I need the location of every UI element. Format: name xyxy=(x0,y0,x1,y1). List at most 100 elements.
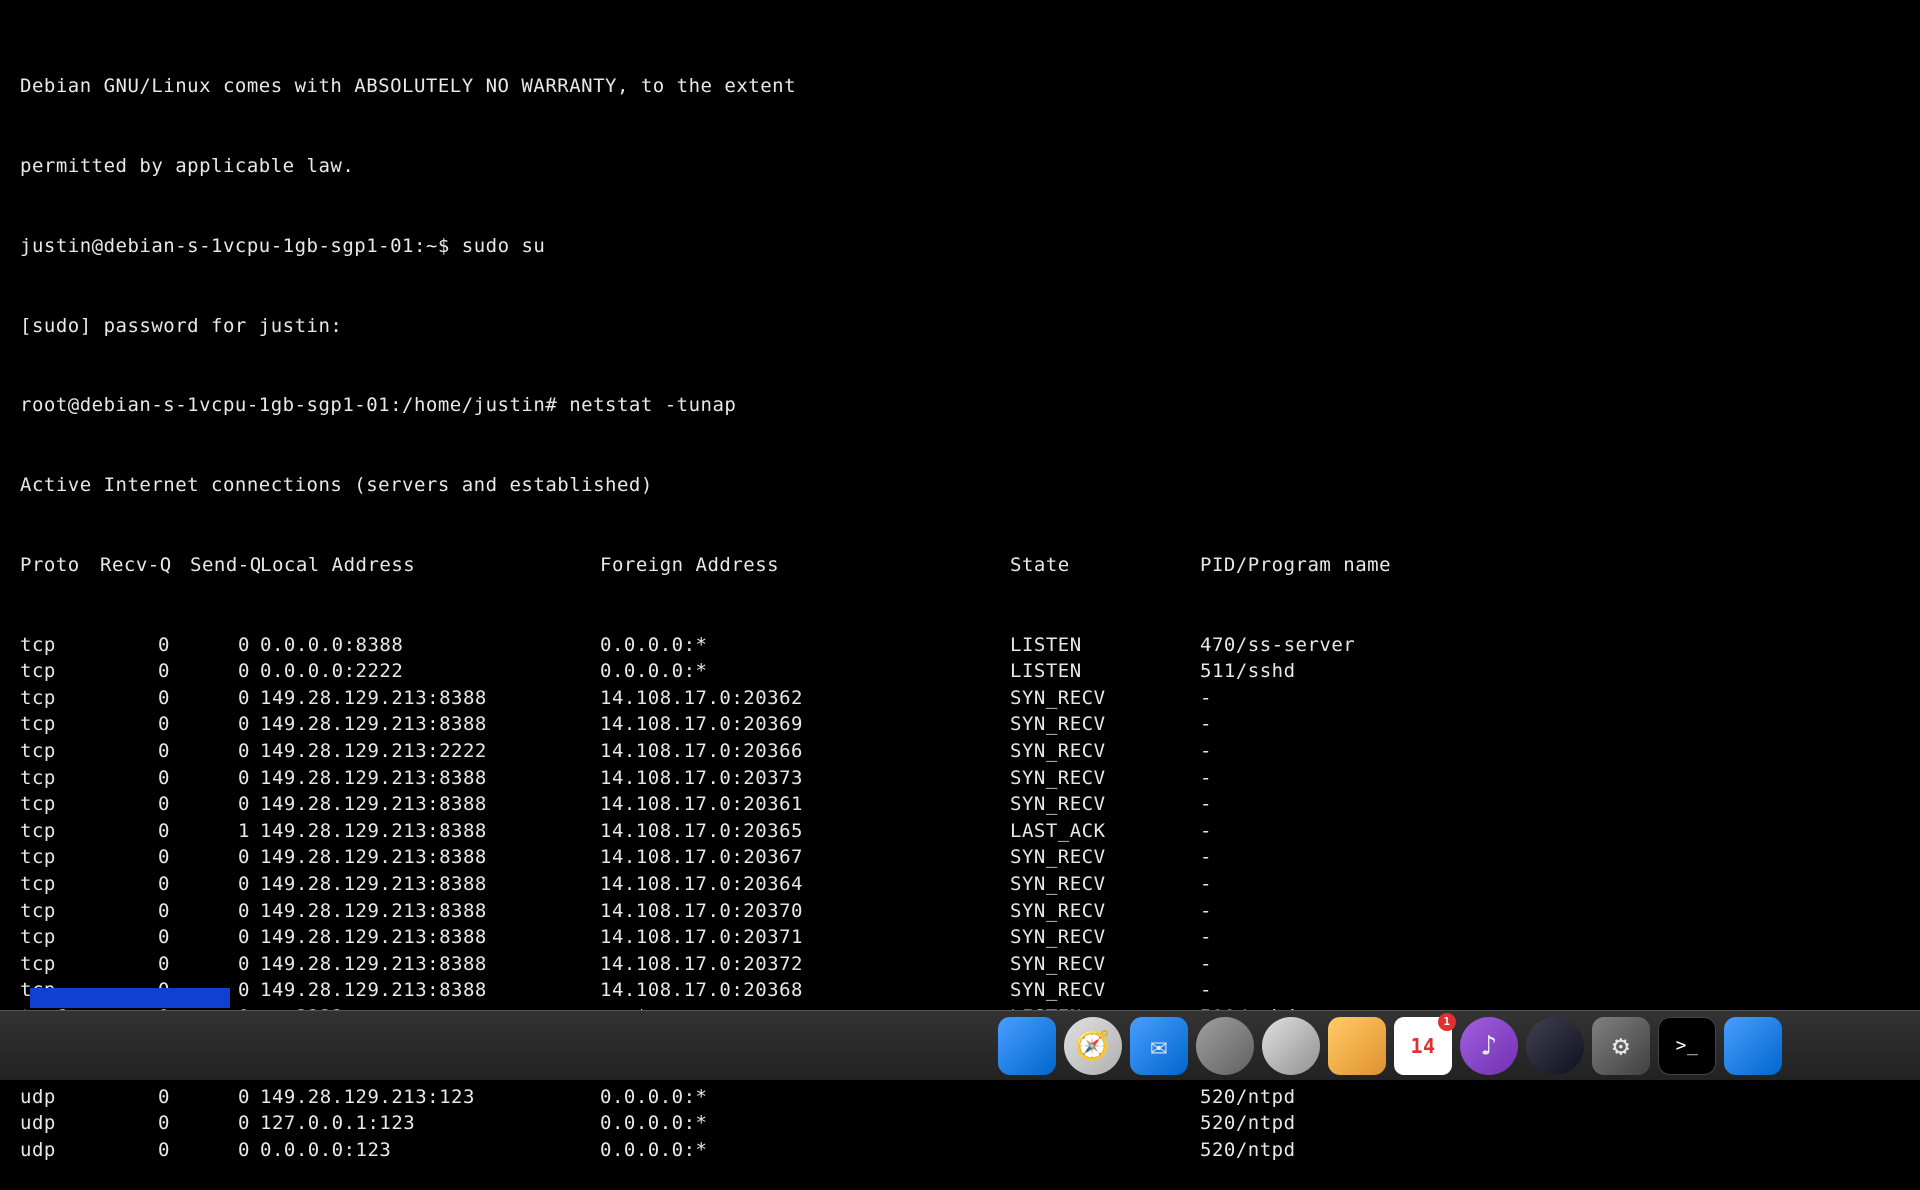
mail-icon[interactable]: ✉ xyxy=(1130,1017,1188,1075)
cell-state: SYN_RECV xyxy=(1010,871,1200,898)
cell-pid: 520/ntpd xyxy=(1200,1084,1900,1111)
netstat-row: udp000.0.0.0:1230.0.0.0:*520/ntpd xyxy=(20,1137,1900,1164)
cell-proto: udp xyxy=(20,1084,100,1111)
cell-foreign: 0.0.0.0:* xyxy=(600,658,1010,685)
horizontal-scrollbar[interactable] xyxy=(30,988,230,1008)
cell-state xyxy=(1010,1110,1200,1137)
finder-icon[interactable] xyxy=(998,1017,1056,1075)
cell-foreign: 14.108.17.0:20371 xyxy=(600,924,1010,951)
cell-proto: tcp xyxy=(20,685,100,712)
cell-sendq: 0 xyxy=(190,951,260,978)
netstat-header-row: Proto Recv-Q Send-Q Local Address Foreig… xyxy=(20,552,1900,579)
cell-state xyxy=(1010,1137,1200,1164)
cell-local: 149.28.129.213:8388 xyxy=(260,818,600,845)
cell-local: 149.28.129.213:123 xyxy=(260,1084,600,1111)
cell-proto: tcp xyxy=(20,658,100,685)
cell-proto: tcp xyxy=(20,791,100,818)
cell-proto: tcp xyxy=(20,871,100,898)
cell-recvq: 0 xyxy=(100,711,190,738)
itunes-icon[interactable]: ♪ xyxy=(1460,1017,1518,1075)
calendar-icon[interactable]: 14 1 xyxy=(1394,1017,1452,1075)
header-foreign: Foreign Address xyxy=(600,552,1010,579)
cell-local: 149.28.129.213:8388 xyxy=(260,898,600,925)
cell-recvq: 0 xyxy=(100,765,190,792)
cell-sendq: 0 xyxy=(190,844,260,871)
cell-local: 149.28.129.213:2222 xyxy=(260,738,600,765)
cell-sendq: 0 xyxy=(190,765,260,792)
cell-pid: - xyxy=(1200,898,1900,925)
notes-icon[interactable] xyxy=(1328,1017,1386,1075)
cell-foreign: 0.0.0.0:* xyxy=(600,1137,1010,1164)
header-state: State xyxy=(1010,552,1200,579)
cell-state: SYN_RECV xyxy=(1010,977,1200,1004)
cell-proto: tcp xyxy=(20,898,100,925)
cell-foreign: 0.0.0.0:* xyxy=(600,1110,1010,1137)
cell-pid: - xyxy=(1200,685,1900,712)
cell-proto: udp xyxy=(20,1137,100,1164)
cell-pid: - xyxy=(1200,924,1900,951)
cell-proto: tcp xyxy=(20,844,100,871)
cell-sendq: 0 xyxy=(190,1137,260,1164)
netstat-row: tcp00149.28.129.213:222214.108.17.0:2036… xyxy=(20,738,1900,765)
cell-proto: tcp xyxy=(20,951,100,978)
terminal-icon[interactable]: >_ xyxy=(1658,1017,1716,1075)
header-recvq: Recv-Q xyxy=(100,552,190,579)
netstat-row: tcp00149.28.129.213:838814.108.17.0:2036… xyxy=(20,791,1900,818)
netstat-row: tcp00149.28.129.213:838814.108.17.0:2036… xyxy=(20,685,1900,712)
macos-dock: 🧭 ✉ 14 1 ♪ ⚙ >_ xyxy=(0,1010,1920,1080)
cell-local: 149.28.129.213:8388 xyxy=(260,977,600,1004)
cell-sendq: 0 xyxy=(190,898,260,925)
cell-sendq: 0 xyxy=(190,1084,260,1111)
cell-recvq: 0 xyxy=(100,738,190,765)
cell-sendq: 0 xyxy=(190,1110,260,1137)
netstat-row: tcp00149.28.129.213:838814.108.17.0:2037… xyxy=(20,765,1900,792)
cell-sendq: 0 xyxy=(190,711,260,738)
cell-pid: - xyxy=(1200,977,1900,1004)
cell-state: SYN_RECV xyxy=(1010,765,1200,792)
netstat-row: tcp00149.28.129.213:838814.108.17.0:2037… xyxy=(20,951,1900,978)
netstat-row: tcp00149.28.129.213:838814.108.17.0:2036… xyxy=(20,977,1900,1004)
cell-recvq: 0 xyxy=(100,1084,190,1111)
cell-local: 149.28.129.213:8388 xyxy=(260,791,600,818)
cell-state: SYN_RECV xyxy=(1010,711,1200,738)
cell-proto: tcp xyxy=(20,711,100,738)
cell-foreign: 14.108.17.0:20361 xyxy=(600,791,1010,818)
cell-sendq: 0 xyxy=(190,791,260,818)
cell-recvq: 0 xyxy=(100,685,190,712)
header-sendq: Send-Q xyxy=(190,552,260,579)
cell-recvq: 0 xyxy=(100,1137,190,1164)
netstat-row: tcp00149.28.129.213:838814.108.17.0:2037… xyxy=(20,924,1900,951)
motd-line: permitted by applicable law. xyxy=(20,153,1900,180)
cell-proto: tcp xyxy=(20,738,100,765)
cell-local: 149.28.129.213:8388 xyxy=(260,711,600,738)
cell-foreign: 14.108.17.0:20372 xyxy=(600,951,1010,978)
netstat-row: tcp00149.28.129.213:838814.108.17.0:2036… xyxy=(20,844,1900,871)
app-icon[interactable] xyxy=(1262,1017,1320,1075)
notification-badge: 1 xyxy=(1438,1013,1456,1031)
app-icon[interactable] xyxy=(1724,1017,1782,1075)
cell-pid: - xyxy=(1200,951,1900,978)
command-text: sudo su xyxy=(462,235,546,257)
cell-pid: 511/sshd xyxy=(1200,658,1900,685)
steam-icon[interactable] xyxy=(1526,1017,1584,1075)
cell-proto: tcp xyxy=(20,632,100,659)
netstat-row: tcp00149.28.129.213:838814.108.17.0:2036… xyxy=(20,711,1900,738)
cell-state: LAST_ACK xyxy=(1010,818,1200,845)
cell-proto: udp xyxy=(20,1110,100,1137)
app-icon[interactable] xyxy=(1196,1017,1254,1075)
cell-sendq: 1 xyxy=(190,818,260,845)
system-preferences-icon[interactable]: ⚙ xyxy=(1592,1017,1650,1075)
safari-icon[interactable]: 🧭 xyxy=(1064,1017,1122,1075)
cell-local: 149.28.129.213:8388 xyxy=(260,924,600,951)
header-pid: PID/Program name xyxy=(1200,552,1900,579)
cell-local: 149.28.129.213:8388 xyxy=(260,844,600,871)
user-prompt-line: justin@debian-s-1vcpu-1gb-sgp1-01:~$ sud… xyxy=(20,233,1900,260)
netstat-row: tcp00149.28.129.213:838814.108.17.0:2037… xyxy=(20,898,1900,925)
cell-pid: - xyxy=(1200,871,1900,898)
root-prompt-line: root@debian-s-1vcpu-1gb-sgp1-01:/home/ju… xyxy=(20,392,1900,419)
cell-state: SYN_RECV xyxy=(1010,685,1200,712)
netstat-row: tcp000.0.0.0:83880.0.0.0:*LISTEN470/ss-s… xyxy=(20,632,1900,659)
cell-pid: 470/ss-server xyxy=(1200,632,1900,659)
netstat-title: Active Internet connections (servers and… xyxy=(20,472,1900,499)
cell-state: SYN_RECV xyxy=(1010,844,1200,871)
